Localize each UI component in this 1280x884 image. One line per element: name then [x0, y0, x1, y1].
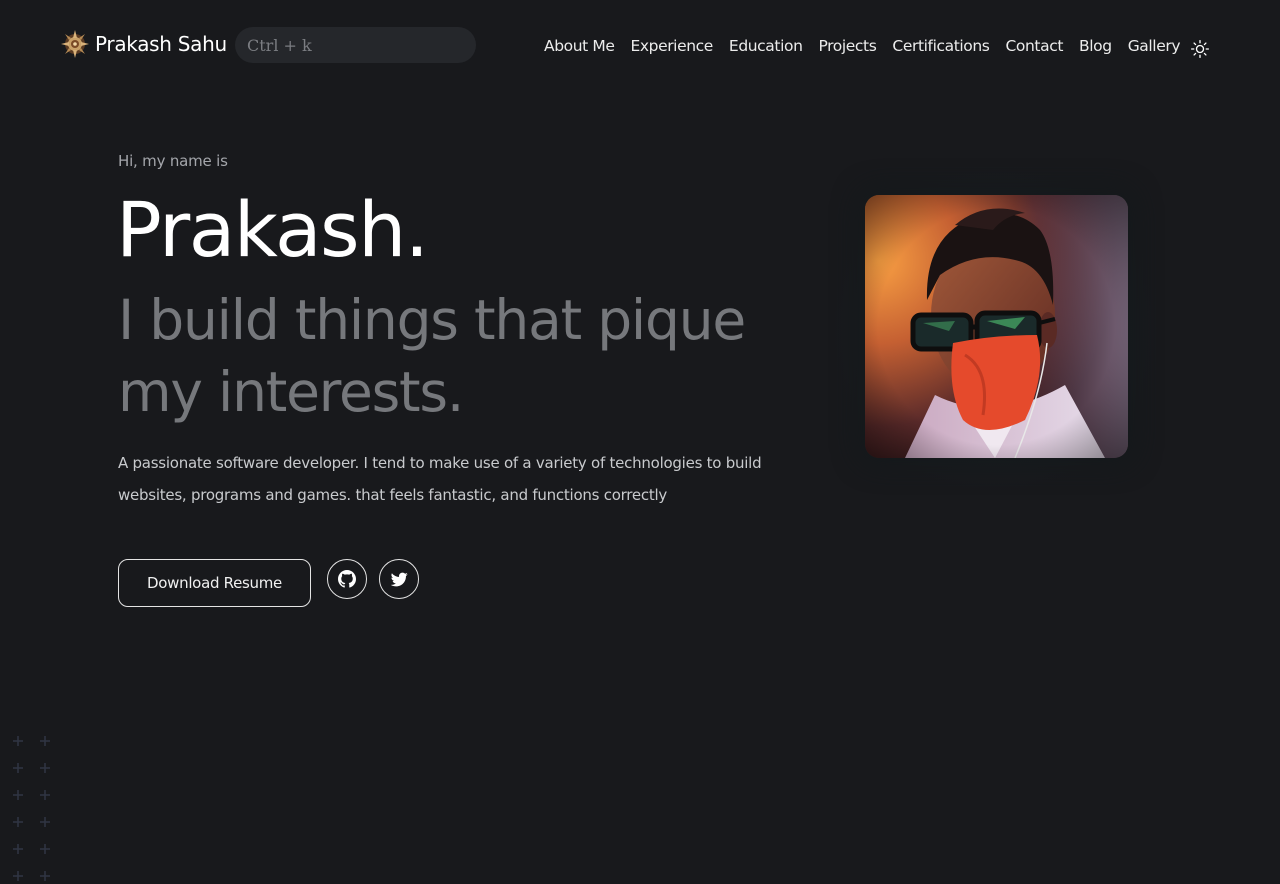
- nav-experience[interactable]: Experience: [630, 37, 713, 55]
- nav-education[interactable]: Education: [729, 37, 803, 55]
- site-logo[interactable]: Prakash Sahu: [60, 29, 227, 59]
- main-nav: About Me Experience Education Projects C…: [536, 33, 1188, 59]
- portfolio-page: Prakash Sahu About Me Experience Educati…: [0, 0, 1280, 884]
- logo-icon: [61, 30, 89, 58]
- profile-photo-image: [865, 195, 1128, 458]
- sun-icon: [1191, 40, 1209, 58]
- twitter-link[interactable]: [379, 559, 419, 599]
- hero-tagline: I build things that pique my interests.: [118, 288, 746, 424]
- nav-projects[interactable]: Projects: [819, 37, 877, 55]
- site-header: Prakash Sahu About Me Experience Educati…: [0, 0, 1280, 90]
- nav-certifications[interactable]: Certifications: [892, 37, 989, 55]
- twitter-icon: [390, 572, 408, 586]
- nav-blog[interactable]: Blog: [1079, 37, 1112, 55]
- theme-toggle-button[interactable]: [1188, 37, 1212, 61]
- hero-name: Prakash.: [116, 185, 429, 274]
- nav-gallery[interactable]: Gallery: [1128, 37, 1181, 55]
- nav-contact[interactable]: Contact: [1006, 37, 1064, 55]
- hero-description: A passionate software developer. I tend …: [118, 454, 762, 504]
- github-icon: [338, 570, 356, 588]
- profile-photo: [865, 195, 1128, 458]
- github-link[interactable]: [327, 559, 367, 599]
- decorative-plus-grid: [13, 736, 50, 881]
- hero-greeting: Hi, my name is: [118, 152, 228, 170]
- nav-about-me[interactable]: About Me: [544, 37, 615, 55]
- logo-text: Prakash Sahu: [95, 32, 227, 56]
- search-input[interactable]: [235, 27, 476, 63]
- download-resume-button[interactable]: Download Resume: [118, 559, 311, 607]
